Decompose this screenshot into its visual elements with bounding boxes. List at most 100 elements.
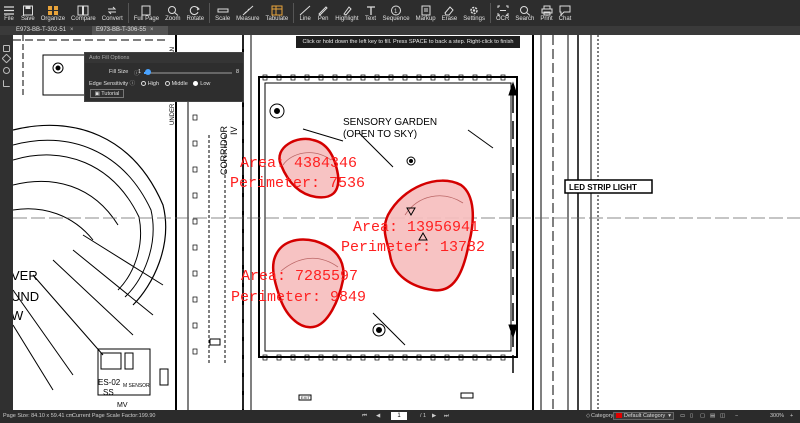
planter-mark xyxy=(192,166,198,173)
erase-icon xyxy=(443,3,455,16)
radio-low[interactable] xyxy=(193,81,199,87)
toolbar-button-label: Search xyxy=(515,16,535,22)
scale-factor: Current Page Scale Factor:199.90 xyxy=(72,413,156,419)
tab-document-1[interactable]: E973-BB-T-302-51 × xyxy=(12,26,92,35)
toolbar-button-settings[interactable]: Settings xyxy=(460,0,488,26)
toolbar-button-organize[interactable]: Organize xyxy=(38,0,68,26)
toolbar-button-label: Chat xyxy=(558,16,572,22)
first-page-icon[interactable]: ⏮ xyxy=(362,410,367,423)
slider-handle[interactable] xyxy=(145,69,152,75)
toolbar-button-label: Zoom xyxy=(165,16,181,22)
menu-icon xyxy=(3,3,15,15)
organize-icon xyxy=(47,3,59,15)
toolbar-separator xyxy=(127,3,129,23)
toolbar-button-chat[interactable]: Chat xyxy=(556,0,575,26)
left-sidebar xyxy=(0,35,13,410)
planter-mark xyxy=(192,270,198,277)
planter-mark xyxy=(192,192,198,199)
line-icon xyxy=(299,3,311,16)
toolbar-button-highlight[interactable]: Highlight xyxy=(332,0,361,26)
toolbar-button-ocr[interactable]: OCR xyxy=(493,0,512,26)
edge-sensitivity-row: Edge Sensitivity ⓘ High Middle Low xyxy=(89,79,210,87)
toolbar-button-label: File xyxy=(4,16,14,22)
zoom-in-icon[interactable]: + xyxy=(790,410,793,423)
toolbar-button-file[interactable]: File xyxy=(0,0,18,26)
print-icon xyxy=(541,3,553,16)
tab-document-2[interactable]: E973-BB-T-306-55 × xyxy=(92,26,168,35)
toolbar-button-print[interactable]: Print xyxy=(537,0,555,26)
exit-label: EXIT xyxy=(301,395,310,400)
two-page-icon[interactable]: ◫ xyxy=(720,410,725,423)
toolbar-button-full-page[interactable]: Full Page xyxy=(131,0,162,26)
tutorial-label: Tutorial xyxy=(101,91,120,97)
comment-icon[interactable] xyxy=(3,67,10,74)
tab-label: E973-BB-T-306-55 xyxy=(96,27,147,33)
category-select[interactable]: Default Category ▾ xyxy=(613,412,674,420)
toolbar-button-rotate[interactable]: Rotate xyxy=(183,0,207,26)
radio-middle[interactable] xyxy=(164,81,170,87)
fill-size-max: 8 xyxy=(236,69,240,75)
led-strip-label: LED STRIP LIGHT xyxy=(569,183,637,192)
planter-mark xyxy=(192,244,198,251)
save-icon xyxy=(22,3,34,16)
rotate-icon xyxy=(189,3,201,15)
planter-mark xyxy=(192,114,198,121)
scale-icon xyxy=(217,3,229,14)
toolbar-button-measure[interactable]: Measure xyxy=(233,0,262,26)
planter-mark xyxy=(192,296,198,303)
toolbar-button-search[interactable]: Search xyxy=(512,0,537,26)
tag-ss: SS xyxy=(103,388,114,397)
toolbar-button-zoom[interactable]: Zoom xyxy=(162,0,183,26)
toolbar-button-label: Erase xyxy=(441,16,458,22)
close-icon[interactable]: × xyxy=(150,27,154,33)
layers-icon[interactable] xyxy=(1,53,12,64)
toolbar-button-erase[interactable]: Erase xyxy=(439,0,461,26)
toolbar-button-markup[interactable]: Markup xyxy=(413,0,439,26)
toolbar-button-line[interactable]: Line xyxy=(296,0,314,26)
radio-high[interactable] xyxy=(140,81,146,87)
toolbar-button-convert[interactable]: Convert xyxy=(99,0,126,26)
next-page-icon[interactable]: ▶ xyxy=(432,410,436,423)
tutorial-button[interactable]: ▣ Tutorial xyxy=(90,89,124,98)
toolbar-button-pen[interactable]: Pen xyxy=(314,0,332,26)
convert-icon xyxy=(106,3,118,15)
toolbar-button-compare[interactable]: Compare xyxy=(68,0,99,26)
toolbar-button-save[interactable]: Save xyxy=(18,0,38,26)
toolbar-button-label: OCR xyxy=(495,16,510,22)
pen-icon xyxy=(317,3,329,16)
search-icon xyxy=(519,3,531,16)
toolbar-button-tabulate[interactable]: Tabulate xyxy=(263,0,292,26)
fill-size-min: 1 xyxy=(138,69,142,75)
toolbar-button-sequence[interactable]: 1 Sequence xyxy=(380,0,413,26)
toolbar-button-scale[interactable]: Scale xyxy=(212,0,233,26)
last-page-icon[interactable]: ⏭ xyxy=(444,410,449,423)
close-icon[interactable]: × xyxy=(70,27,74,33)
fill-size-slider[interactable] xyxy=(144,69,232,75)
zoom-out-icon[interactable]: − xyxy=(735,410,738,423)
fit-page-icon[interactable]: ▯ xyxy=(690,410,693,423)
collapse-icon[interactable] xyxy=(3,80,10,87)
category-label: Category xyxy=(591,413,614,419)
fit-width-icon[interactable]: ▭ xyxy=(680,410,685,423)
auto-fill-options-panel: Auto Fill Options Fill Size ⓘ 1 8 Edge S… xyxy=(84,52,244,102)
fill-size-label: Fill Size xyxy=(109,69,129,75)
sequence-icon: 1 xyxy=(390,3,402,16)
perimeter-label: Perimeter: 7536 xyxy=(230,175,365,192)
zoom-level[interactable]: 300% xyxy=(770,410,784,423)
perimeter-label: Perimeter: 9849 xyxy=(231,289,366,306)
prev-page-icon[interactable]: ◀ xyxy=(376,410,380,423)
continuous-icon[interactable]: ▤ xyxy=(710,410,715,423)
ocr-icon xyxy=(497,3,509,16)
garden-subtitle: (OPEN TO SKY) xyxy=(343,129,417,140)
chat-icon xyxy=(559,3,571,17)
toolbar-button-label: Tabulate xyxy=(265,16,289,22)
info-icon: ⓘ xyxy=(129,81,136,87)
bookmark-icon[interactable] xyxy=(3,45,10,52)
single-page-icon[interactable]: ▢ xyxy=(700,410,705,423)
sensor-label: M SENSOR xyxy=(123,383,150,389)
page-number-input[interactable]: 1 xyxy=(391,412,407,420)
toolbar-button-text[interactable]: Text xyxy=(362,0,380,26)
tab-label: E973-BB-T-302-51 xyxy=(16,27,67,33)
toolbar-button-label: Scale xyxy=(215,16,231,22)
full-page-icon xyxy=(140,3,152,16)
